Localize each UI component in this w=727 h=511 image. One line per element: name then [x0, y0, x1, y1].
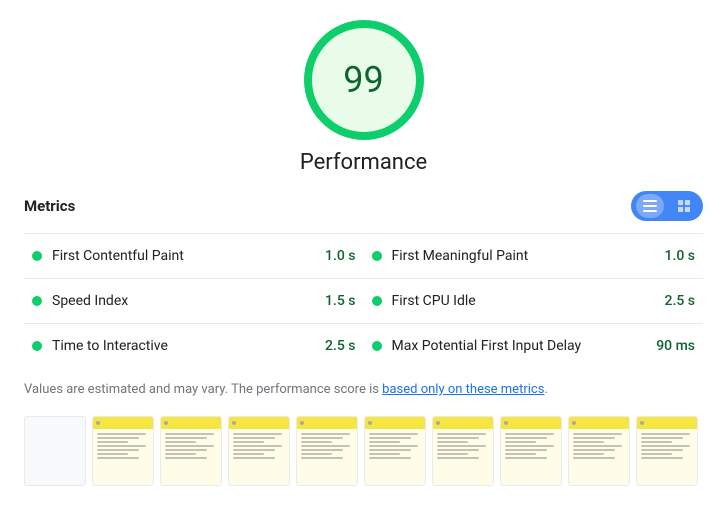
metric-name: Max Potential First Input Delay [392, 338, 649, 354]
metrics-note-link[interactable]: based only on these metrics [382, 382, 544, 397]
filmstrip-frame [228, 416, 290, 486]
metric-value: 90 ms [656, 338, 695, 354]
metric-dot [32, 341, 42, 351]
list-view-toggle[interactable] [636, 194, 664, 218]
metric-row: Max Potential First Input Delay 90 ms [364, 324, 704, 368]
filmstrip-frame [160, 416, 222, 486]
view-toggle[interactable] [631, 191, 703, 221]
metric-value: 1.0 s [325, 248, 356, 264]
metrics-title: Metrics [24, 197, 75, 215]
metric-row: First CPU Idle 2.5 s [364, 279, 704, 324]
metric-value: 1.5 s [325, 293, 356, 309]
grid-view-toggle[interactable] [670, 194, 698, 218]
grid-icon [677, 200, 691, 212]
metric-name: First CPU Idle [392, 293, 657, 309]
filmstrip-frame [296, 416, 358, 486]
note-end: . [544, 382, 547, 397]
score-section: 99 Performance [24, 20, 703, 175]
filmstrip-frame [364, 416, 426, 486]
metrics-note: Values are estimated and may vary. The p… [24, 380, 703, 400]
metric-name: Time to Interactive [52, 338, 317, 354]
metric-dot [32, 251, 42, 261]
filmstrip-frame [24, 416, 86, 486]
metric-value: 1.0 s [665, 248, 696, 264]
metric-row: Time to Interactive 2.5 s [24, 324, 364, 368]
score-circle: 99 [304, 20, 424, 140]
metric-value: 2.5 s [665, 293, 696, 309]
filmstrip-frame [500, 416, 562, 486]
filmstrip-frame [92, 416, 154, 486]
metric-name: Speed Index [52, 293, 317, 309]
list-icon [643, 200, 657, 212]
metric-dot [32, 296, 42, 306]
filmstrip [24, 416, 703, 486]
metric-dot [372, 296, 382, 306]
metric-name: First Contentful Paint [52, 248, 317, 264]
metric-name: First Meaningful Paint [392, 248, 657, 264]
filmstrip-frame [568, 416, 630, 486]
metric-row: First Contentful Paint 1.0 s [24, 234, 364, 279]
score-value: 99 [343, 59, 383, 101]
note-text: Values are estimated and may vary. The p… [24, 382, 382, 397]
metrics-grid: First Contentful Paint 1.0 s First Meani… [24, 233, 703, 368]
score-label: Performance [300, 150, 427, 175]
metric-row: First Meaningful Paint 1.0 s [364, 234, 704, 279]
metric-dot [372, 251, 382, 261]
metric-row: Speed Index 1.5 s [24, 279, 364, 324]
metric-dot [372, 341, 382, 351]
filmstrip-frame [636, 416, 698, 486]
filmstrip-frame [432, 416, 494, 486]
metric-value: 2.5 s [325, 338, 356, 354]
metrics-header: Metrics [24, 191, 703, 221]
